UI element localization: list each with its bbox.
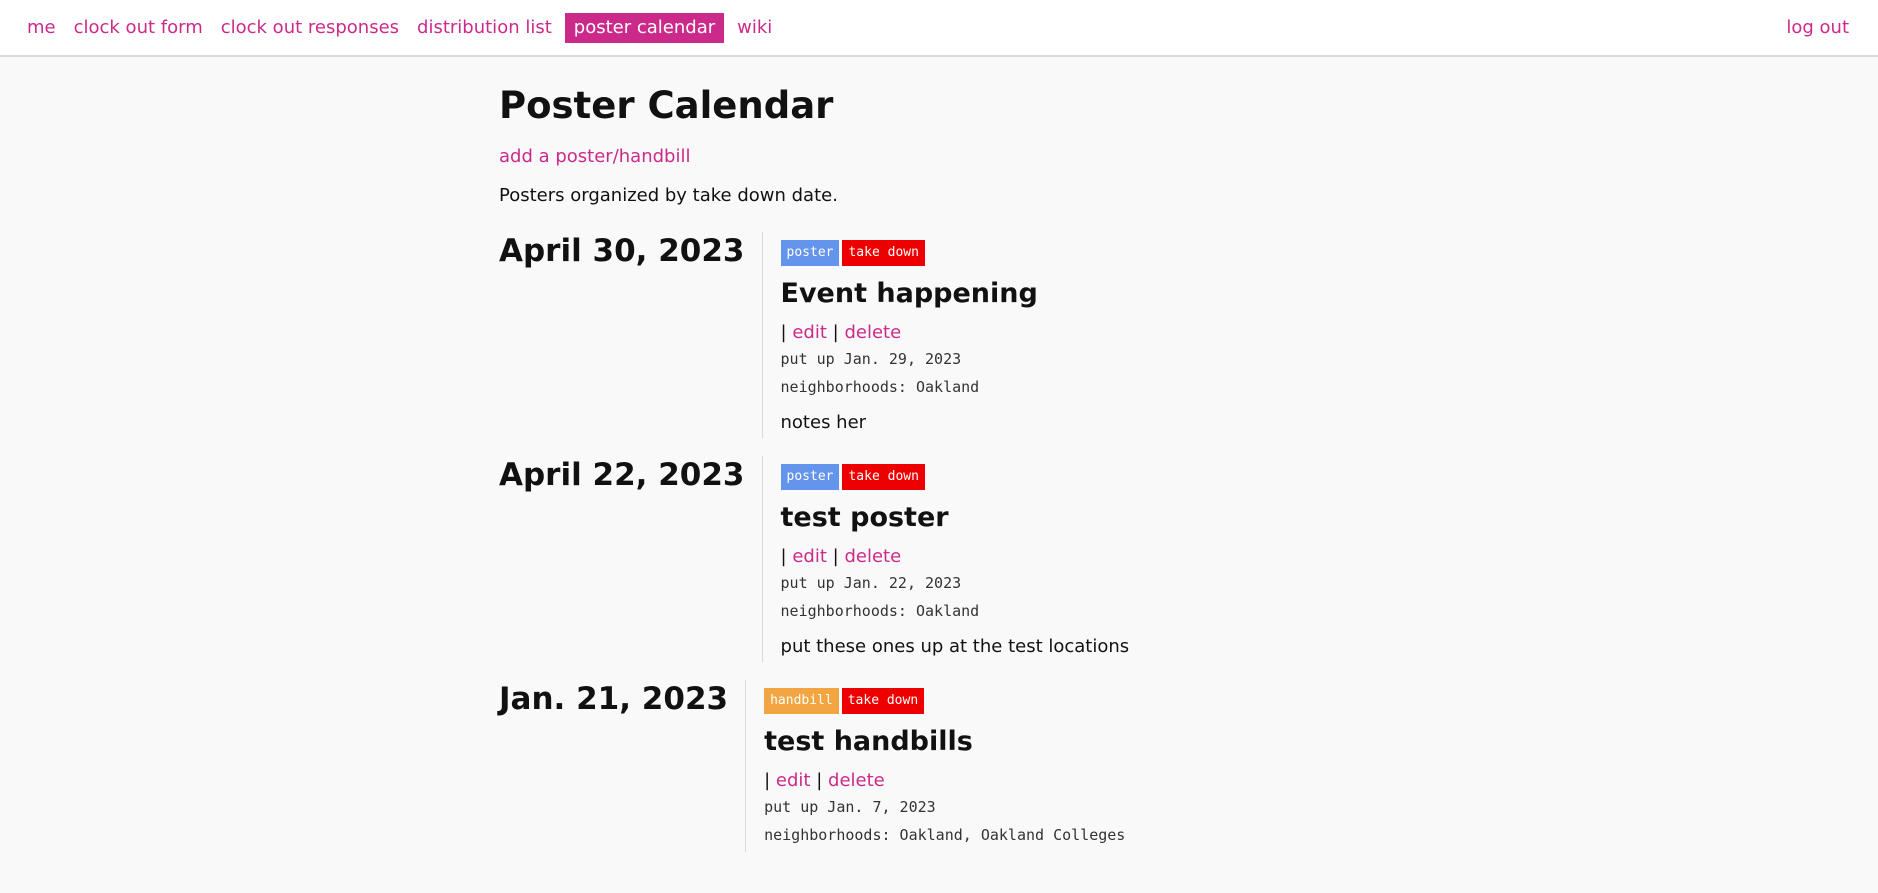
intro-text: Posters organized by take down date. [499, 185, 838, 206]
nav-link-clock-out-form[interactable]: clock out form [69, 13, 208, 43]
status-badge: take down [842, 464, 925, 490]
top-navigation: me clock out form clock out responses di… [0, 0, 1878, 57]
entry-notes: put these ones up at the test locations [780, 636, 1130, 657]
nav-right: log out [1781, 13, 1854, 43]
put-up-date: put up Jan. 22, 2023 [780, 574, 962, 592]
entry-tags: poster take down [780, 464, 1130, 490]
type-badge: handbill [764, 688, 839, 714]
neighborhoods: neighborhoods: Oakland, Oakland Colleges [764, 826, 1126, 844]
nav-link-me[interactable]: me [22, 13, 61, 43]
separator: | [780, 322, 787, 343]
take-down-date: April 30, 2023 [499, 233, 745, 269]
separator: | [832, 322, 839, 343]
nav-link-poster-calendar[interactable]: poster calendar [564, 13, 725, 43]
entry-actions: | edit | delete [781, 546, 1130, 568]
type-badge: poster [780, 464, 840, 490]
status-badge: take down [842, 240, 925, 266]
add-poster-link[interactable]: add a poster/handbill [499, 146, 690, 168]
nav-link-wiki[interactable]: wiki [732, 13, 777, 43]
take-down-date: Jan. 21, 2023 [499, 681, 729, 717]
put-up-date: put up Jan. 7, 2023 [764, 798, 936, 816]
calendar-entry: April 22, 2023 poster take down test pos… [499, 456, 1399, 662]
put-up-date: put up Jan. 29, 2023 [780, 350, 962, 368]
entry-title: test poster [780, 502, 949, 533]
entry-actions: | edit | delete [764, 770, 1125, 792]
separator: | [832, 546, 839, 567]
entry-details: poster take down Event happening | edit … [761, 232, 1038, 438]
entry-title: Event happening [780, 278, 1038, 309]
take-down-date: April 22, 2023 [499, 457, 745, 493]
entry-tags: poster take down [780, 240, 1038, 266]
entry-tags: handbill take down [764, 688, 1125, 714]
separator: | [764, 770, 771, 791]
entry-title: test handbills [764, 726, 973, 757]
delete-link[interactable]: delete [844, 546, 901, 567]
page-title: Poster Calendar [499, 84, 834, 127]
entry-details: poster take down test poster | edit | de… [761, 456, 1130, 662]
nav-links: me clock out form clock out responses di… [22, 13, 785, 43]
logout-link[interactable]: log out [1781, 13, 1854, 43]
calendar-entry: April 30, 2023 poster take down Event ha… [499, 232, 1399, 438]
type-badge: poster [780, 240, 840, 266]
separator: | [780, 546, 787, 567]
edit-link[interactable]: edit [776, 770, 811, 791]
delete-link[interactable]: delete [844, 322, 901, 343]
delete-link[interactable]: delete [828, 770, 885, 791]
main-content: Poster Calendar add a poster/handbill Po… [499, 70, 1399, 870]
edit-link[interactable]: edit [792, 546, 827, 567]
entry-actions: | edit | delete [781, 322, 1038, 344]
nav-link-clock-out-responses[interactable]: clock out responses [216, 13, 404, 43]
entry-details: handbill take down test handbills | edit… [745, 680, 1125, 852]
entry-notes: notes her [780, 412, 867, 433]
calendar-entry: Jan. 21, 2023 handbill take down test ha… [499, 680, 1399, 852]
neighborhoods: neighborhoods: Oakland [780, 378, 980, 396]
nav-link-distribution-list[interactable]: distribution list [412, 13, 557, 43]
status-badge: take down [841, 688, 925, 714]
edit-link[interactable]: edit [792, 322, 827, 343]
neighborhoods: neighborhoods: Oakland [780, 602, 980, 620]
separator: | [816, 770, 823, 791]
